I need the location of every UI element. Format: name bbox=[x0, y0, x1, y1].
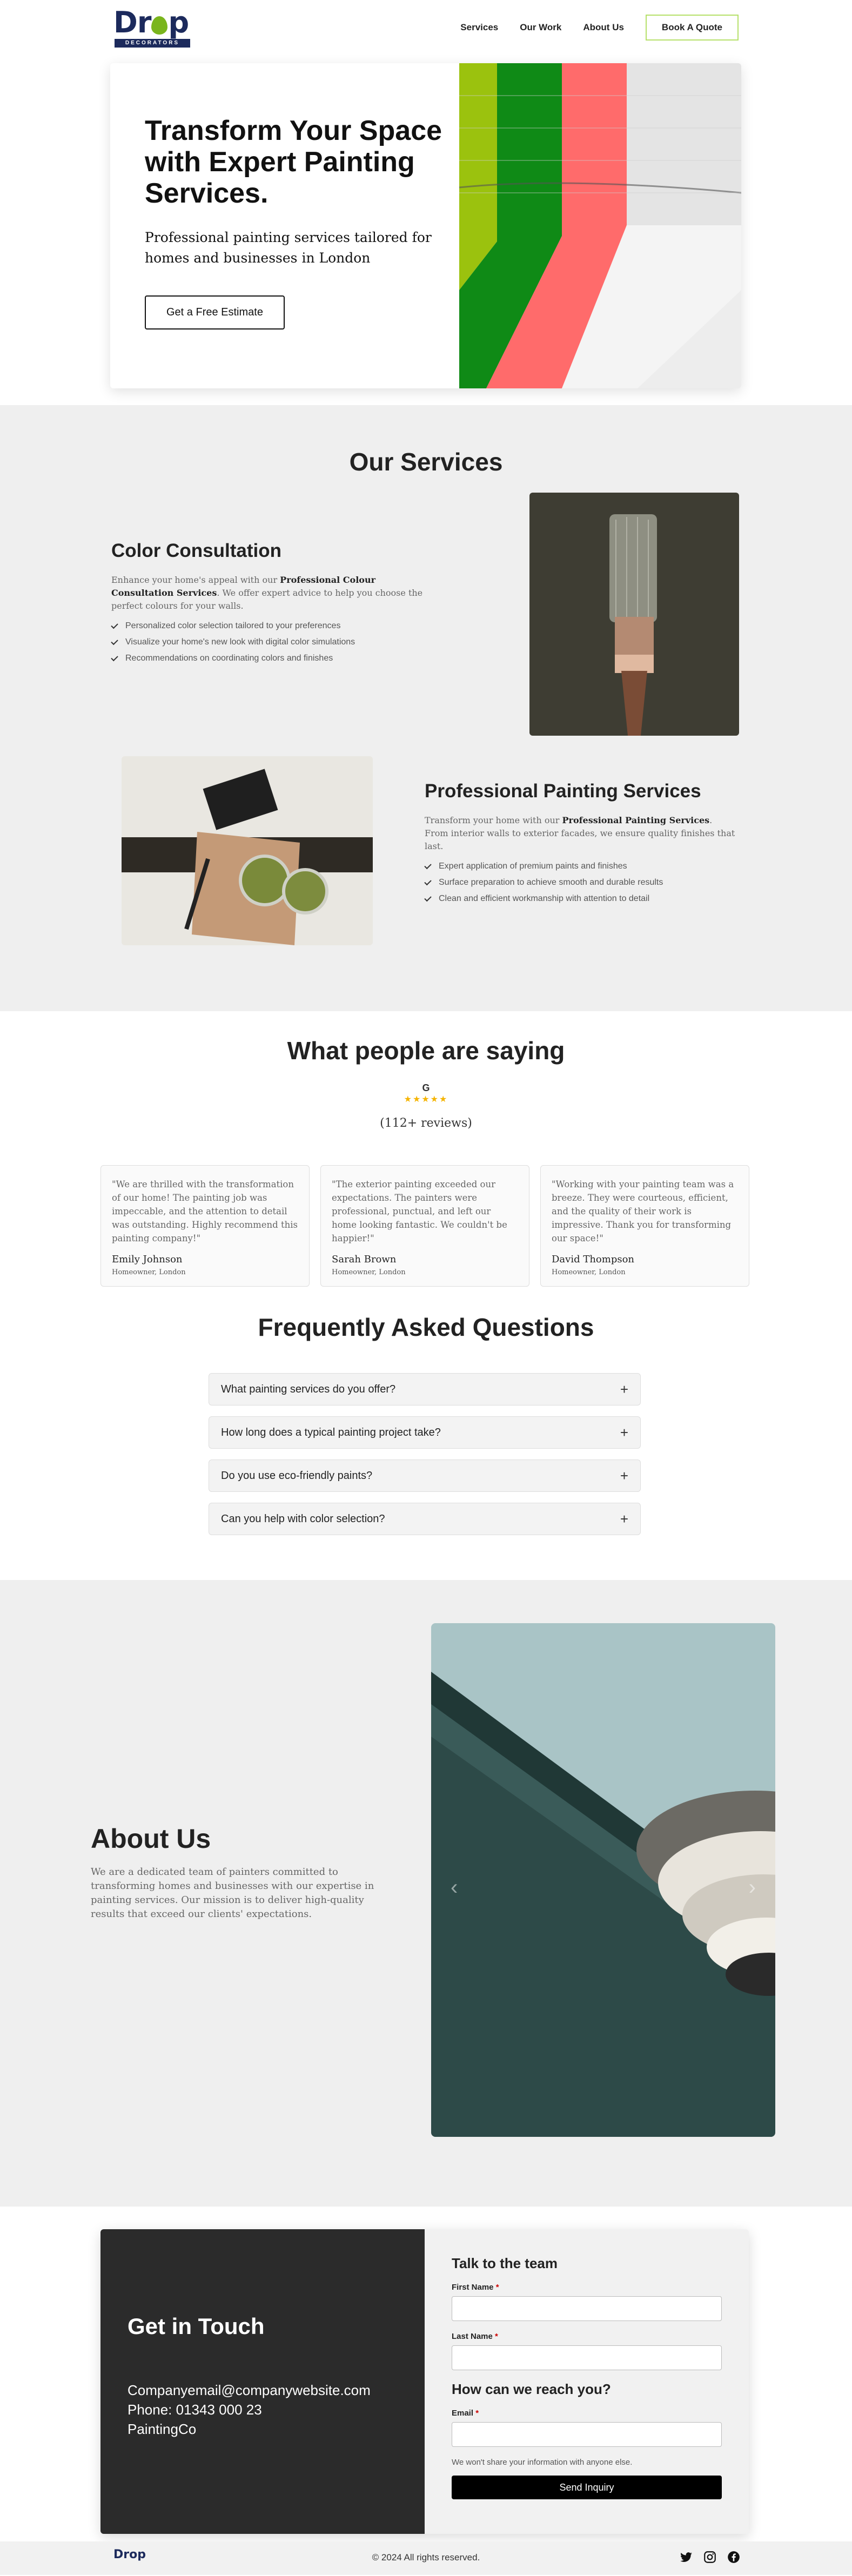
about-title: About Us bbox=[91, 1824, 211, 1854]
plus-icon[interactable]: + bbox=[620, 1424, 628, 1441]
logo[interactable]: Dr p DECORATORS bbox=[113, 8, 192, 48]
faq-item[interactable]: How long does a typical painting project… bbox=[209, 1416, 641, 1449]
reach-title: How can we reach you? bbox=[452, 2381, 611, 2397]
service-title: Professional Painting Services bbox=[425, 781, 701, 802]
list-item: Visualize your home's new look with digi… bbox=[111, 637, 425, 647]
twitter-icon[interactable] bbox=[679, 2550, 693, 2567]
testimonials-title: What people are saying bbox=[287, 1037, 565, 1065]
testimonial-card: "The exterior painting exceeded our expe… bbox=[320, 1165, 529, 1287]
faq-item[interactable]: Can you help with color selection? + bbox=[209, 1503, 641, 1535]
contact-card: Get in Touch Companyemail@companywebsite… bbox=[100, 2229, 749, 2534]
email-label: Email * bbox=[452, 2409, 479, 2418]
paint-drop-icon bbox=[151, 16, 168, 35]
carousel-next-arrow[interactable]: › bbox=[749, 1875, 756, 1900]
testimonial-card: "We are thrilled with the transformation… bbox=[100, 1165, 310, 1287]
first-name-field[interactable] bbox=[452, 2296, 722, 2321]
service-professional-painting: Professional Painting Services Transform… bbox=[424, 781, 738, 910]
service-description: Transform your home with our Professiona… bbox=[425, 815, 735, 851]
nav-link-services[interactable]: Services bbox=[460, 22, 498, 33]
testimonials-section: What people are saying G ★★★★★ (112+ rev… bbox=[0, 1011, 852, 1297]
hero-subtitle: Professional painting services tailored … bbox=[145, 230, 432, 266]
faq-title: Frequently Asked Questions bbox=[258, 1313, 594, 1341]
paint-tin-image bbox=[122, 756, 373, 945]
send-inquiry-button[interactable]: Send Inquiry bbox=[452, 2476, 722, 2499]
service-description: Enhance your home's appeal with our Prof… bbox=[111, 575, 423, 611]
nav-link-about-us[interactable]: About Us bbox=[583, 22, 624, 33]
list-item: Expert application of premium paints and… bbox=[424, 862, 738, 871]
plus-icon[interactable]: + bbox=[620, 1381, 628, 1398]
about-text: We are a dedicated team of painters comm… bbox=[91, 1866, 374, 1920]
contact-section: Get in Touch Companyemail@companywebsite… bbox=[0, 2207, 852, 2541]
services-title: Our Services bbox=[349, 448, 503, 476]
about-carousel: ‹ › bbox=[431, 1623, 775, 2137]
instagram-icon[interactable] bbox=[703, 2550, 717, 2567]
list-item: Personalized color selection tailored to… bbox=[111, 621, 425, 631]
faq-section: Frequently Asked Questions What painting… bbox=[0, 1297, 852, 1580]
service-title: Color Consultation bbox=[111, 540, 281, 561]
testimonial-card: "Working with your painting team was a b… bbox=[540, 1165, 749, 1287]
inquiry-form: Talk to the team First Name * Last Name … bbox=[425, 2229, 749, 2534]
hero-title: Transform Your Space with Expert Paintin… bbox=[145, 115, 442, 209]
services-section: Our Services Color Consultation Enhance … bbox=[0, 405, 852, 1011]
facebook-icon[interactable] bbox=[727, 2550, 741, 2567]
email-field[interactable] bbox=[452, 2422, 722, 2447]
faq-item[interactable]: Do you use eco-friendly paints? + bbox=[209, 1459, 641, 1492]
contact-phone[interactable]: Phone: 01343 000 23 bbox=[128, 2400, 371, 2419]
review-count: (112+ reviews) bbox=[380, 1117, 472, 1130]
last-name-field[interactable] bbox=[452, 2345, 722, 2370]
nav-link-our-work[interactable]: Our Work bbox=[520, 22, 561, 33]
check-icon bbox=[424, 862, 432, 869]
plus-icon[interactable]: + bbox=[620, 1468, 628, 1484]
check-icon bbox=[111, 654, 118, 661]
logo-subtitle: DECORATORS bbox=[115, 39, 190, 48]
google-icon: G bbox=[422, 1082, 430, 1093]
faq-item[interactable]: What painting services do you offer? + bbox=[209, 1373, 641, 1405]
about-section: About Us We are a dedicated team of pain… bbox=[0, 1580, 852, 2207]
check-icon bbox=[424, 894, 432, 902]
privacy-note: We won't share your information with any… bbox=[452, 2458, 633, 2467]
book-quote-button[interactable]: Book A Quote bbox=[645, 15, 739, 41]
hero-paint-stripes-image bbox=[459, 63, 741, 388]
list-item: Surface preparation to achieve smooth an… bbox=[424, 878, 738, 887]
contact-info-panel: Get in Touch Companyemail@companywebsite… bbox=[100, 2229, 425, 2534]
building-lamp-image bbox=[431, 1623, 775, 2137]
top-nav: Dr p DECORATORS Services Our Work About U… bbox=[0, 0, 852, 57]
hero-card: Transform Your Space with Expert Paintin… bbox=[110, 63, 741, 388]
list-item: Clean and efficient workmanship with att… bbox=[424, 894, 738, 904]
free-estimate-button[interactable]: Get a Free Estimate bbox=[145, 295, 285, 329]
contact-title: Get in Touch bbox=[128, 2313, 265, 2339]
footer: Drop © 2024 All rights reserved. bbox=[0, 2541, 852, 2575]
list-item: Recommendations on coordinating colors a… bbox=[111, 654, 425, 663]
form-title: Talk to the team bbox=[452, 2255, 558, 2271]
first-name-label: First Name * bbox=[452, 2283, 499, 2292]
contact-email[interactable]: Companyemail@companywebsite.com bbox=[128, 2380, 371, 2400]
service-color-consultation: Color Consultation Enhance your home's a… bbox=[111, 540, 425, 670]
paintbrush-image bbox=[529, 493, 739, 736]
check-icon bbox=[111, 621, 118, 629]
plus-icon[interactable]: + bbox=[620, 1511, 628, 1528]
check-icon bbox=[111, 637, 118, 645]
check-icon bbox=[424, 878, 432, 885]
contact-company: PaintingCo bbox=[128, 2421, 197, 2437]
rating-stars: ★★★★★ bbox=[404, 1095, 448, 1104]
last-name-label: Last Name * bbox=[452, 2332, 498, 2341]
hero-section: Transform Your Space with Expert Paintin… bbox=[0, 57, 852, 405]
carousel-prev-arrow[interactable]: ‹ bbox=[451, 1875, 458, 1900]
